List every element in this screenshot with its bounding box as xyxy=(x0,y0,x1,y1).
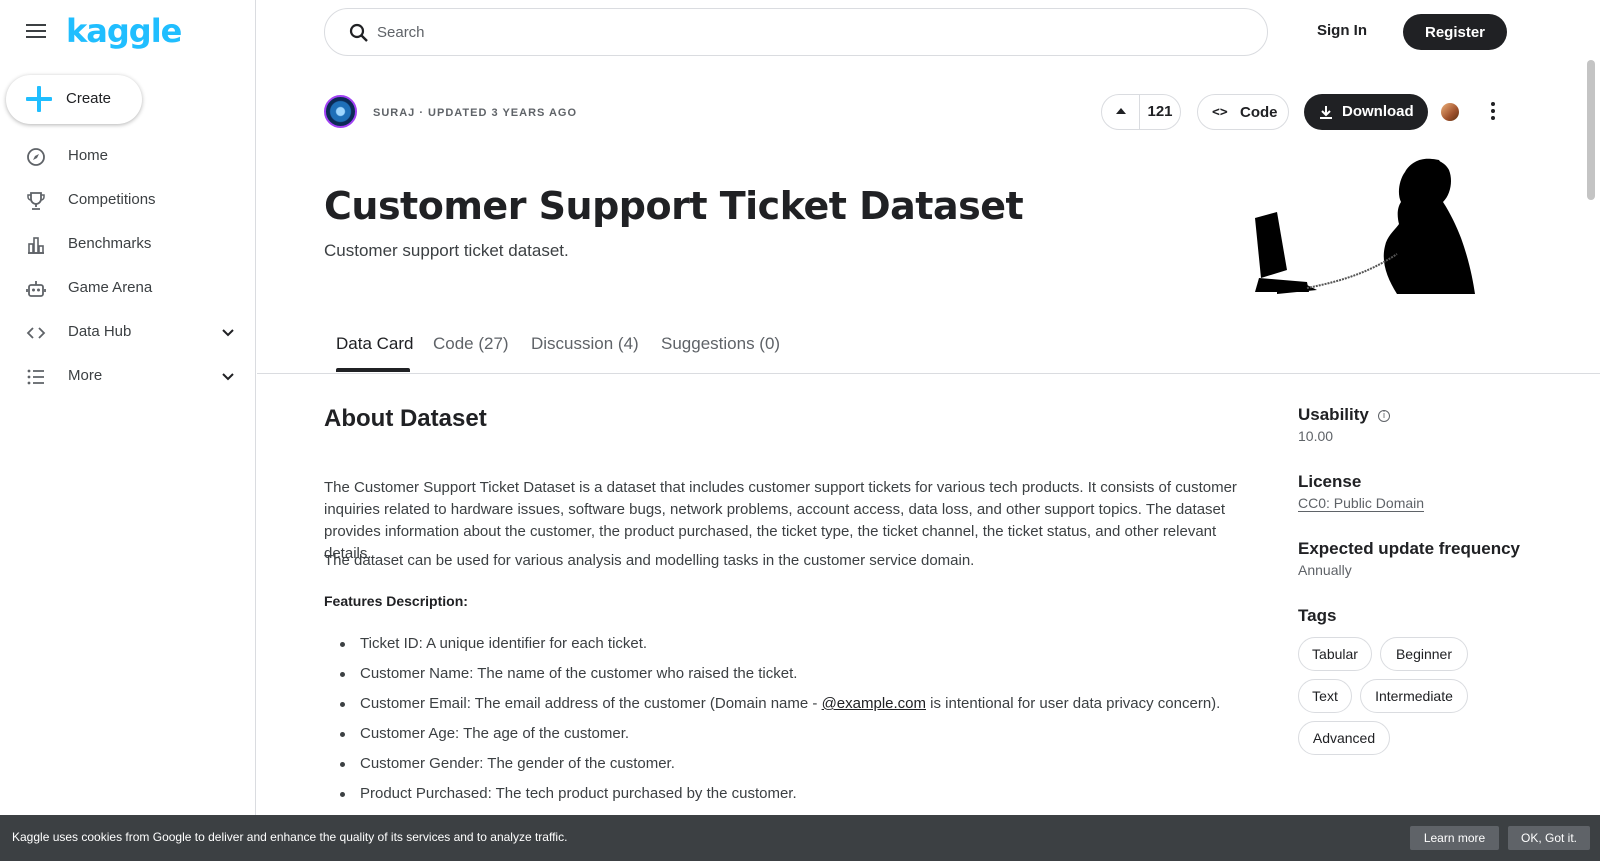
sidebar-nav: Home Competitions Benchmarks Game Arena … xyxy=(0,134,256,398)
about-dataset-section: About Dataset The Customer Support Ticke… xyxy=(324,405,1264,802)
info-icon[interactable]: i xyxy=(1378,410,1390,422)
tab-suggestions[interactable]: Suggestions (0) xyxy=(661,334,780,354)
upvote-arrow-icon[interactable] xyxy=(1102,95,1140,129)
usability-value: 10.00 xyxy=(1298,428,1334,444)
dataset-cover-image xyxy=(1255,158,1475,294)
usability-label: Usability xyxy=(1298,405,1369,424)
main-content: Sign In Register SURAJ · UPDATED 3 YEARS… xyxy=(257,0,1600,861)
bar-chart-icon xyxy=(28,237,44,254)
create-label: Create xyxy=(66,90,112,107)
tab-bar: Data Card Code (27) Discussion (4) Sugge… xyxy=(257,324,1600,374)
sidebar-item-game-arena[interactable]: Game Arena xyxy=(0,266,256,310)
list-item: Customer Email: The email address of the… xyxy=(340,693,1260,723)
email-domain-link[interactable]: @example.com xyxy=(822,695,926,712)
tags-label: Tags xyxy=(1298,606,1337,625)
sidebar-item-home[interactable]: Home xyxy=(0,134,256,178)
tag-chip[interactable]: Intermediate xyxy=(1360,679,1468,713)
active-tab-indicator xyxy=(336,368,410,372)
page-title: Customer Support Ticket Dataset xyxy=(324,184,1024,228)
license-label: License xyxy=(1298,472,1362,491)
list-icon xyxy=(27,369,44,385)
chevron-down-icon[interactable] xyxy=(220,324,236,340)
update-frequency-label: Expected update frequency xyxy=(1298,539,1521,558)
hamburger-menu-icon[interactable] xyxy=(22,20,50,44)
features-list: Ticket ID: A unique identifier for each … xyxy=(340,633,1260,813)
tag-chip[interactable]: Beginner xyxy=(1380,637,1468,671)
sidebar-item-label: Home xyxy=(68,147,109,164)
search-icon xyxy=(349,23,368,42)
sidebar-item-benchmarks[interactable]: Benchmarks xyxy=(0,222,256,266)
list-item: Product Purchased: The tech product purc… xyxy=(340,783,1260,813)
sign-in-button[interactable]: Sign In xyxy=(1317,22,1367,39)
avatar[interactable] xyxy=(324,95,357,128)
code-icon xyxy=(26,327,46,339)
chevron-down-icon[interactable] xyxy=(220,368,236,384)
code-icon: <> xyxy=(1212,105,1228,120)
cookie-text: Kaggle uses cookies from Google to deliv… xyxy=(12,830,568,844)
update-frequency-value: Annually xyxy=(1298,562,1352,578)
license-link[interactable]: CC0: Public Domain xyxy=(1298,495,1425,512)
sidebar-item-label: Benchmarks xyxy=(68,235,152,252)
list-item: Ticket ID: A unique identifier for each … xyxy=(340,633,1260,663)
sidebar-item-label: More xyxy=(68,367,103,384)
tab-data-card[interactable]: Data Card xyxy=(336,334,413,354)
upvote-control: 121 xyxy=(1101,94,1181,130)
tab-discussion[interactable]: Discussion (4) xyxy=(531,334,639,354)
sidebar: kaggle Create Home Competitions Benchmar… xyxy=(0,0,256,861)
page-subtitle: Customer support ticket dataset. xyxy=(324,241,569,260)
cookie-banner: Kaggle uses cookies from Google to deliv… xyxy=(0,815,1600,861)
register-button[interactable]: Register xyxy=(1403,14,1507,50)
sidebar-item-competitions[interactable]: Competitions xyxy=(0,178,256,222)
sidebar-item-more[interactable]: More xyxy=(0,354,256,398)
tab-code[interactable]: Code (27) xyxy=(433,334,509,354)
trophy-icon xyxy=(27,192,45,210)
list-item: Customer Name: The name of the customer … xyxy=(340,663,1260,693)
tag-chip[interactable]: Advanced xyxy=(1298,721,1390,755)
tag-chip[interactable]: Text xyxy=(1298,679,1352,713)
sidebar-header: kaggle xyxy=(0,0,256,66)
list-item: Customer Gender: The gender of the custo… xyxy=(340,753,1260,783)
upvote-count[interactable]: 121 xyxy=(1140,95,1180,129)
create-button[interactable]: Create xyxy=(6,75,142,124)
features-heading: Features Description: xyxy=(324,593,468,609)
code-button-label: Code xyxy=(1240,104,1278,121)
tag-chip[interactable]: Tabular xyxy=(1298,637,1372,671)
download-button[interactable]: Download xyxy=(1304,94,1428,130)
learn-more-button[interactable]: Learn more xyxy=(1410,826,1499,850)
list-item-text: Customer Email: The email address of the… xyxy=(360,695,822,712)
code-button[interactable]: <> Code xyxy=(1197,94,1289,130)
search-input[interactable] xyxy=(377,19,1237,45)
sidebar-item-data-hub[interactable]: Data Hub xyxy=(0,310,256,354)
compass-icon xyxy=(27,148,45,166)
bronze-medal-icon xyxy=(1441,103,1459,121)
plus-icon xyxy=(26,86,52,112)
robot-icon xyxy=(26,281,46,297)
owner-updated-line: SURAJ · UPDATED 3 YEARS AGO xyxy=(373,107,578,119)
list-item-text: is intentional for user data privacy con… xyxy=(926,695,1221,712)
about-paragraph: The dataset can be used for various anal… xyxy=(324,552,975,569)
list-item: Customer Age: The age of the customer. xyxy=(340,723,1260,753)
about-heading: About Dataset xyxy=(324,405,487,432)
download-icon xyxy=(1320,106,1332,119)
scrollbar[interactable] xyxy=(1587,60,1595,200)
ok-got-it-button[interactable]: OK, Got it. xyxy=(1508,826,1590,850)
kaggle-logo[interactable]: kaggle xyxy=(66,12,182,50)
download-button-label: Download xyxy=(1342,103,1414,120)
sidebar-item-label: Data Hub xyxy=(68,323,132,340)
sidebar-item-label: Game Arena xyxy=(68,279,153,296)
search-bar[interactable] xyxy=(324,8,1268,56)
more-options-icon[interactable] xyxy=(1487,100,1499,124)
sidebar-item-label: Competitions xyxy=(68,191,156,208)
